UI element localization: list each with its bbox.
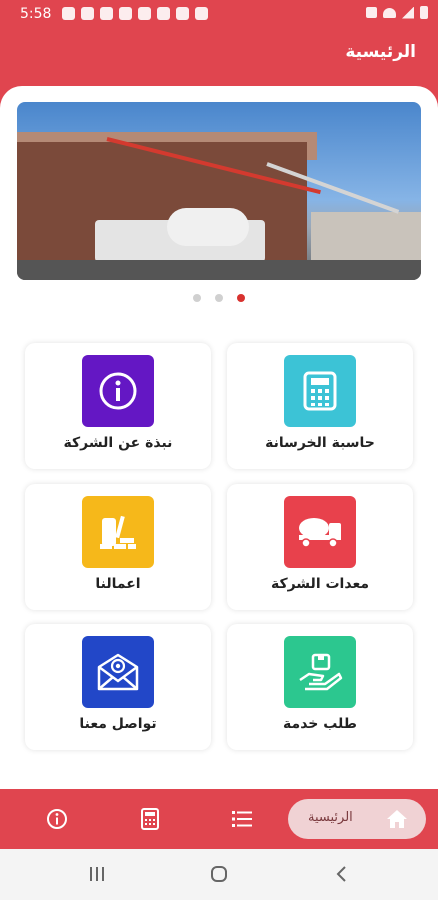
twitter-icon (100, 7, 113, 20)
card-label: حاسبة الخرسانة (265, 435, 375, 451)
status-bar: 5:58 (0, 0, 438, 28)
page-title: الرئيسية (345, 42, 416, 62)
carousel-dot[interactable] (215, 294, 223, 302)
tiktok-icon (81, 7, 94, 20)
card-label: طلب خدمة (283, 716, 357, 732)
notification-icons (62, 7, 208, 20)
system-icons (366, 6, 428, 19)
settings-icon (157, 7, 170, 20)
wifi-icon (383, 7, 396, 18)
calculator-icon (141, 808, 159, 830)
nav-home-button[interactable]: الرئيسية (288, 799, 426, 839)
card-request-service[interactable]: طلب خدمة (227, 624, 413, 750)
home-nav-icon[interactable] (210, 865, 228, 883)
home-icon (387, 810, 407, 828)
email-icon (97, 653, 139, 691)
card-concrete-calculator[interactable]: حاسبة الخرسانة (227, 343, 413, 469)
recent-apps-icon[interactable] (88, 866, 106, 882)
banner-carousel-image[interactable] (17, 102, 421, 280)
carousel-dot[interactable] (193, 294, 201, 302)
card-label: نبذة عن الشركة (63, 435, 173, 451)
twitter-icon (138, 7, 151, 20)
service-hand-icon (299, 653, 343, 691)
list-icon (232, 811, 252, 827)
carousel-dot-active[interactable] (237, 294, 245, 302)
signal-icon (402, 6, 414, 19)
facebook-icon (62, 7, 75, 20)
carousel-indicator (0, 294, 438, 302)
card-company-equipment[interactable]: معدات الشركة (227, 484, 413, 610)
info-icon-tile (82, 355, 154, 427)
back-nav-icon[interactable] (334, 865, 348, 883)
bricks-icon (100, 515, 136, 549)
email-icon-tile (82, 636, 154, 708)
service-icon-tile (284, 636, 356, 708)
nav-info-button[interactable] (46, 808, 68, 830)
distant-building (311, 212, 421, 262)
info-icon (99, 372, 137, 410)
mute-icon (366, 7, 377, 18)
road (17, 260, 421, 280)
image-icon (195, 7, 208, 20)
nav-home-label: الرئيسية (308, 810, 353, 825)
calculator-icon-tile (284, 355, 356, 427)
bottom-navigation: الرئيسية (0, 789, 438, 849)
truck-icon-tile (284, 496, 356, 568)
card-label: اعمالنا (95, 576, 141, 592)
cement-truck-icon (299, 518, 341, 548)
status-time: 5:58 (20, 6, 52, 22)
system-navigation-bar (0, 849, 438, 900)
calculator-icon (303, 371, 337, 411)
mail-icon (176, 7, 189, 20)
card-label: معدات الشركة (270, 576, 370, 592)
card-contact-us[interactable]: تواصل معنا (25, 624, 211, 750)
nav-list-button[interactable] (231, 808, 253, 830)
battery-icon (420, 6, 428, 19)
card-about-company[interactable]: نبذة عن الشركة (25, 343, 211, 469)
main-content: حاسبة الخرسانة نبذة عن الشركة معدات الشر… (0, 86, 438, 796)
twitter-icon (119, 7, 132, 20)
mixer-drum (167, 208, 249, 246)
card-label: تواصل معنا (79, 716, 157, 732)
card-our-works[interactable]: اعمالنا (25, 484, 211, 610)
bricks-icon-tile (82, 496, 154, 568)
nav-calculator-button[interactable] (139, 808, 161, 830)
info-icon (47, 809, 67, 829)
